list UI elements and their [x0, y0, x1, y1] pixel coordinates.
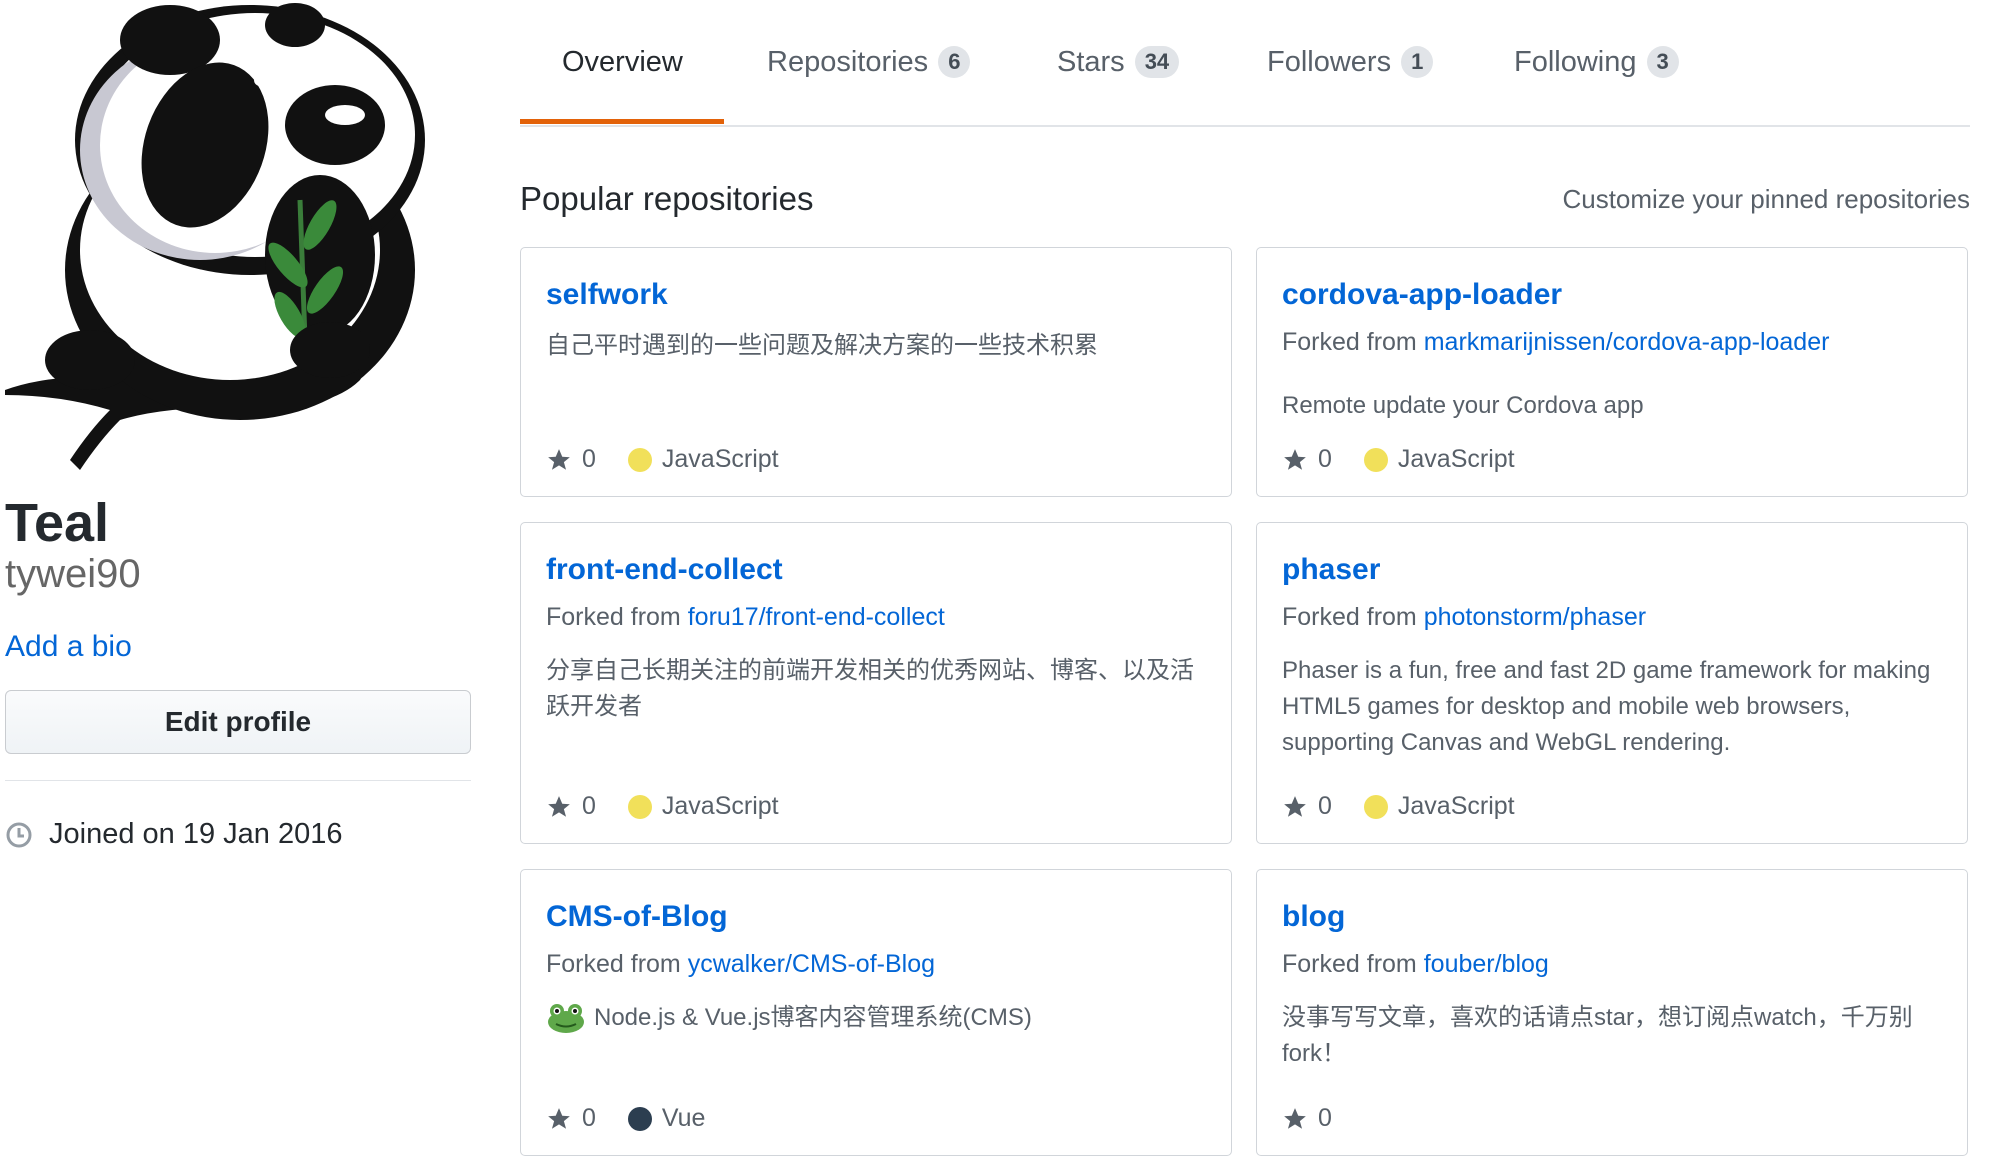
forked-prefix: Forked from: [1282, 950, 1417, 978]
forked-prefix: Forked from: [546, 950, 681, 978]
tab-label: Overview: [562, 45, 683, 78]
forked-from: Forked from foru17/front-end-collect: [546, 603, 945, 632]
tab-repositories[interactable]: Repositories 6: [767, 40, 971, 84]
joined-date: Joined on 19 Jan 2016: [5, 818, 342, 851]
star-icon: [548, 448, 570, 470]
profile-fullname: Teal: [5, 493, 110, 553]
forked-source-link[interactable]: foru17/front-end-collect: [688, 603, 945, 631]
repo-description: 自己平时遇到的一些问题及解决方案的一些技术积累: [546, 332, 1098, 359]
frog-emoji-icon: [546, 1002, 586, 1034]
tab-count: 34: [1134, 46, 1180, 78]
repo-stars[interactable]: 0: [546, 792, 596, 821]
language-color-dot: [627, 794, 652, 819]
repo-language: JavaScript: [661, 792, 779, 820]
repo-card-front-end-collect: front-end-collect Forked from foru17/fro…: [520, 522, 1232, 844]
repo-description: Node.js & Vue.js博客内容管理系统(CMS): [594, 1004, 1032, 1031]
tab-overview[interactable]: Overview: [562, 40, 683, 84]
tab-following[interactable]: Following 3: [1514, 40, 1679, 84]
tab-followers[interactable]: Followers 1: [1267, 40, 1434, 84]
star-count: 0: [582, 1104, 596, 1132]
language-color-dot: [627, 447, 652, 472]
repo-description: Phaser is a fun, free and fast 2D game f…: [1282, 657, 1931, 756]
repo-name-link[interactable]: cordova-app-loader: [1282, 278, 1562, 312]
forked-source-link[interactable]: fouber/blog: [1424, 950, 1549, 978]
forked-source-link[interactable]: markmarijnissen/cordova-app-loader: [1424, 328, 1830, 356]
repo-name-link[interactable]: phaser: [1282, 553, 1380, 587]
customize-pinned-link[interactable]: Customize your pinned repositories: [1562, 184, 1970, 215]
repo-language: JavaScript: [1397, 445, 1515, 473]
repo-meta: 0 JavaScript: [546, 792, 779, 821]
tab-label: Followers: [1267, 45, 1392, 78]
profile-tabs: Overview Repositories 6 Stars 34 Followe…: [520, 0, 1970, 127]
repo-description: 没事写写文章，喜欢的话请点star，想订阅点watch，千万别fork！: [1282, 1004, 1913, 1067]
star-count: 0: [582, 792, 596, 820]
star-count: 0: [1318, 792, 1332, 820]
forked-from: Forked from markmarijnissen/cordova-app-…: [1282, 328, 1829, 357]
tab-count: 1: [1401, 46, 1434, 78]
language-color-dot: [627, 1106, 652, 1131]
tab-label: Repositories: [767, 45, 929, 78]
repo-card-phaser: phaser Forked from photonstorm/phaser Ph…: [1256, 522, 1968, 844]
popular-repos-heading: Popular repositories: [520, 180, 814, 217]
forked-from: Forked from ycwalker/CMS-of-Blog: [546, 950, 935, 979]
star-icon: [548, 1107, 570, 1129]
language-color-dot: [1363, 447, 1388, 472]
repo-language: JavaScript: [1397, 792, 1515, 820]
forked-source-link[interactable]: ycwalker/CMS-of-Blog: [688, 950, 935, 978]
tab-label: Stars: [1057, 45, 1125, 78]
repo-meta: 0 Vue: [546, 1104, 705, 1133]
repo-description: Remote update your Cordova app: [1282, 392, 1644, 419]
tab-count: 6: [938, 46, 971, 78]
repo-card-cordova-app-loader: cordova-app-loader Forked from markmarij…: [1256, 247, 1968, 497]
star-icon: [1284, 795, 1306, 817]
repo-stars[interactable]: 0: [1282, 445, 1332, 474]
star-icon: [548, 795, 570, 817]
repo-meta: 0: [1282, 1104, 1364, 1133]
repo-name-link[interactable]: selfwork: [546, 278, 668, 312]
tab-count: 3: [1646, 46, 1679, 78]
repo-stars[interactable]: 0: [546, 1104, 596, 1133]
repo-description: 分享自己长期关注的前端开发相关的优秀网站、博客、以及活跃开发者: [546, 657, 1194, 720]
repo-stars[interactable]: 0: [1282, 792, 1332, 821]
joined-text: Joined on 19 Jan 2016: [49, 818, 343, 850]
repo-meta: 0 JavaScript: [1282, 445, 1515, 474]
repo-card-cms-of-blog: CMS-of-Blog Forked from ycwalker/CMS-of-…: [520, 869, 1232, 1156]
forked-from: Forked from photonstorm/phaser: [1282, 603, 1646, 632]
active-tab-indicator: [520, 119, 724, 124]
tab-stars[interactable]: Stars 34: [1057, 40, 1180, 84]
add-bio-link[interactable]: Add a bio: [5, 630, 132, 664]
star-count: 0: [1318, 1104, 1332, 1132]
repo-name-link[interactable]: front-end-collect: [546, 553, 783, 587]
repo-card-selfwork: selfwork 自己平时遇到的一些问题及解决方案的一些技术积累 0 JavaS…: [520, 247, 1232, 497]
repo-name-link[interactable]: CMS-of-Blog: [546, 900, 728, 934]
language-color-dot: [1363, 794, 1388, 819]
tab-label: Following: [1514, 45, 1637, 78]
panda-avatar-image: [5, 3, 425, 470]
repo-stars[interactable]: 0: [546, 445, 596, 474]
star-icon: [1284, 448, 1306, 470]
star-count: 0: [582, 445, 596, 473]
repo-language: Vue: [661, 1104, 706, 1132]
repo-language: JavaScript: [661, 445, 779, 473]
sidebar-divider: [5, 780, 471, 781]
star-icon: [1284, 1107, 1306, 1129]
forked-from: Forked from fouber/blog: [1282, 950, 1549, 979]
repo-meta: 0 JavaScript: [546, 445, 779, 474]
forked-prefix: Forked from: [1282, 328, 1417, 356]
repo-description-row: Node.js & Vue.js博客内容管理系统(CMS): [546, 1000, 1209, 1036]
edit-profile-button[interactable]: Edit profile: [5, 690, 471, 754]
avatar[interactable]: [0, 0, 445, 470]
clock-icon: [6, 822, 32, 847]
repo-stars[interactable]: 0: [1282, 1104, 1332, 1133]
star-count: 0: [1318, 445, 1332, 473]
profile-username: tywei90: [5, 552, 141, 596]
forked-prefix: Forked from: [546, 603, 681, 631]
repo-name-link[interactable]: blog: [1282, 900, 1345, 934]
forked-source-link[interactable]: photonstorm/phaser: [1424, 603, 1646, 631]
repo-card-blog: blog Forked from fouber/blog 没事写写文章，喜欢的话…: [1256, 869, 1968, 1156]
forked-prefix: Forked from: [1282, 603, 1417, 631]
repo-meta: 0 JavaScript: [1282, 792, 1515, 821]
